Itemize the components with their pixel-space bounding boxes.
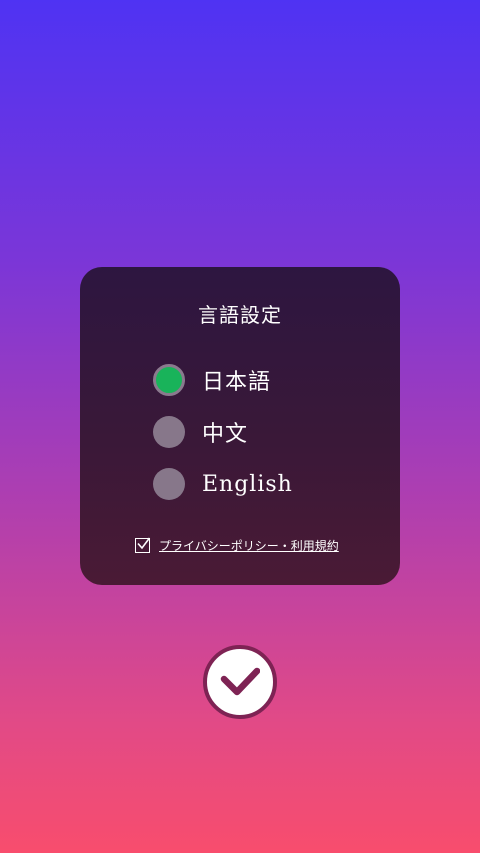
policy-agreement-row: プライバシーポリシー・利用規約 [135,537,339,554]
check-icon [220,667,260,696]
radio-button-selected[interactable] [153,364,185,396]
radio-button[interactable] [153,416,185,448]
radio-button[interactable] [153,468,185,500]
language-settings-panel: 言語設定 日本語 中文 English プライバシーポリシー・利用規約 [80,267,400,585]
confirm-button[interactable] [203,645,277,719]
policy-checkbox[interactable] [135,537,151,553]
language-option-japanese[interactable]: 日本語 [153,364,271,396]
checkmark-icon [137,537,151,550]
panel-title: 言語設定 [198,303,282,327]
language-option-label: 日本語 [202,370,272,395]
language-option-label: English [202,471,293,497]
language-option-english[interactable]: English [153,468,293,500]
language-option-label: 中文 [202,422,249,447]
language-option-chinese[interactable]: 中文 [153,416,248,448]
privacy-policy-link[interactable]: プライバシーポリシー・利用規約 [159,537,339,554]
